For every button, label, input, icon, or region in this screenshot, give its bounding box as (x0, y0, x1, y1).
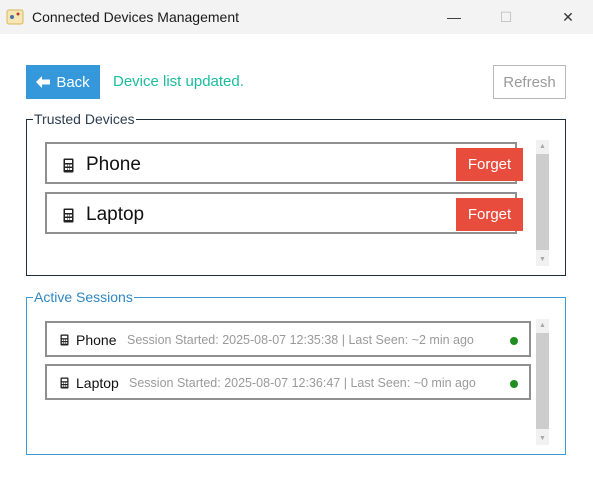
refresh-button[interactable]: Refresh (493, 65, 566, 99)
session-row: Phone Session Started: 2025-08-07 12:35:… (45, 321, 531, 357)
session-device-name: Laptop (76, 375, 119, 391)
device-icon (60, 334, 69, 346)
device-name: Phone (86, 154, 141, 175)
minimize-button[interactable]: — (431, 0, 477, 34)
trusted-device-row: Laptop Forget (45, 192, 523, 234)
maximize-button[interactable]: ☐ (483, 0, 529, 34)
back-button-label: Back (56, 73, 90, 91)
forget-phone-button[interactable]: Forget (456, 148, 523, 181)
scroll-down-arrow-icon[interactable]: ▼ (536, 253, 549, 266)
online-status-dot (510, 380, 518, 388)
trusted-device-row: Phone Forget (45, 142, 523, 184)
close-button[interactable]: ✕ (545, 0, 591, 34)
session-info: Session Started: 2025-08-07 12:35:38 | L… (127, 333, 474, 347)
session-device-name: Phone (76, 332, 117, 348)
scroll-up-arrow-icon[interactable]: ▲ (536, 319, 549, 332)
session-row: Laptop Session Started: 2025-08-07 12:36… (45, 364, 531, 400)
trusted-devices-title: Trusted Devices (33, 111, 136, 128)
trusted-devices-group: Trusted Devices Phone Forget Laptop Forg… (26, 111, 566, 276)
active-sessions-scrollbar[interactable]: ▲ ▼ (536, 319, 549, 445)
device-icon (63, 208, 74, 223)
online-status-dot (510, 337, 518, 345)
active-sessions-group: Active Sessions Phone Session Started: 2… (26, 289, 566, 455)
scroll-up-arrow-icon[interactable]: ▲ (536, 140, 549, 153)
device-icon (60, 377, 69, 389)
status-message: Device list updated. (113, 73, 244, 90)
device-name: Laptop (86, 204, 145, 225)
window-title: Connected Devices Management (32, 9, 240, 25)
scrollbar-thumb[interactable] (536, 333, 549, 429)
trusted-devices-scrollbar[interactable]: ▲ ▼ (536, 140, 549, 266)
device-icon (63, 158, 74, 173)
scrollbar-thumb[interactable] (536, 154, 549, 250)
forget-laptop-button[interactable]: Forget (456, 198, 523, 231)
arrow-left-icon (36, 76, 51, 88)
app-icon (6, 9, 24, 25)
back-button[interactable]: Back (26, 65, 100, 99)
title-bar: Connected Devices Management — ☐ ✕ (0, 0, 593, 34)
session-info: Session Started: 2025-08-07 12:36:47 | L… (129, 376, 476, 390)
active-sessions-title: Active Sessions (33, 289, 134, 306)
scroll-down-arrow-icon[interactable]: ▼ (536, 432, 549, 445)
